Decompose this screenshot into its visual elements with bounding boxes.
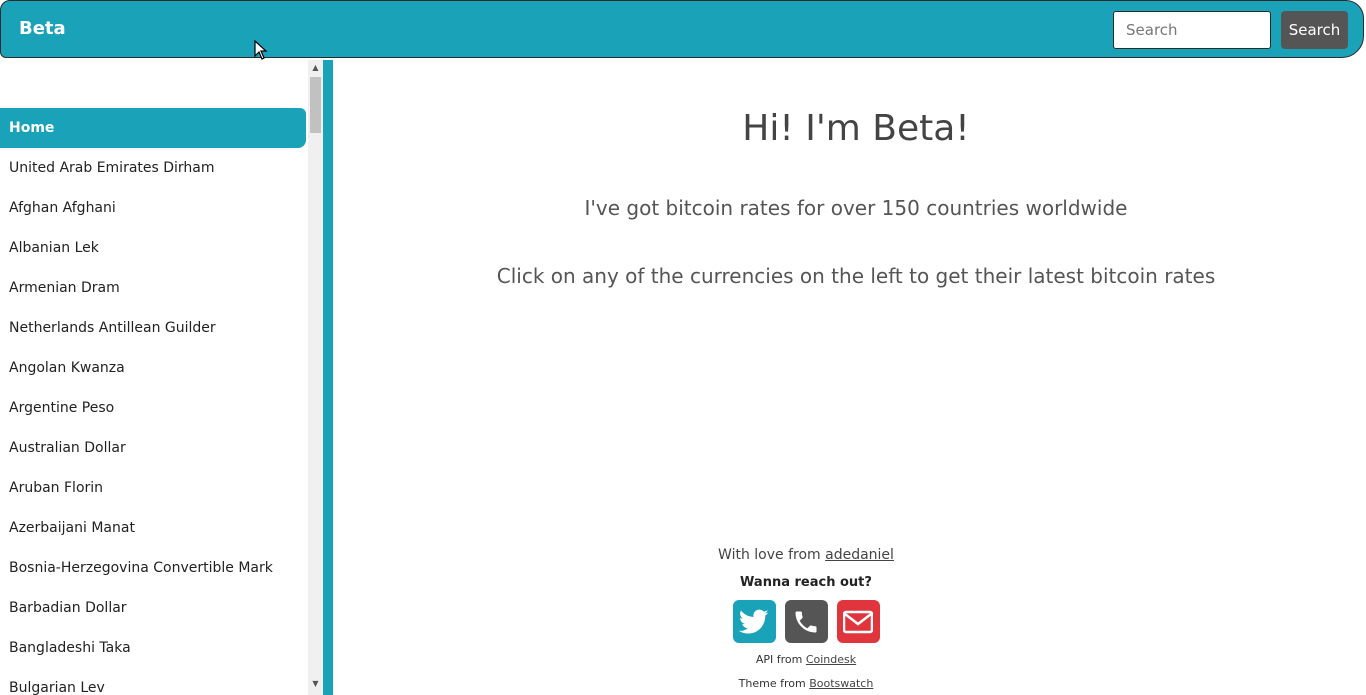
credit-line: With love from adedaniel (333, 544, 1279, 566)
sidebar-item-ang[interactable]: Netherlands Antillean Guilder (0, 308, 308, 348)
page-title: Hi! I'm Beta! (742, 108, 970, 149)
sidebar-item-ars[interactable]: Argentine Peso (0, 388, 308, 428)
phone-button[interactable] (784, 600, 828, 643)
sidebar-item-bdt[interactable]: Bangladeshi Taka (0, 628, 308, 668)
email-button[interactable] (836, 600, 880, 643)
scroll-thumb[interactable] (310, 77, 321, 133)
scroll-down-arrow-icon[interactable]: ▼ (308, 676, 323, 692)
search-input[interactable] (1113, 11, 1271, 49)
currency-menu: Home United Arab Emirates Dirham Afghan … (0, 108, 308, 695)
coindesk-link[interactable]: Coindesk (806, 653, 856, 666)
instruction-text: Click on any of the currencies on the le… (496, 264, 1216, 288)
sidebar-item-afn[interactable]: Afghan Afghani (0, 188, 308, 228)
search-button[interactable]: Search (1281, 11, 1348, 49)
sidebar-item-bgn[interactable]: Bulgarian Lev (0, 668, 308, 695)
brand-logo[interactable]: Beta (19, 18, 66, 39)
sidebar-item-aoa[interactable]: Angolan Kwanza (0, 348, 308, 388)
sidebar-item-all[interactable]: Albanian Lek (0, 228, 308, 268)
twitter-icon (739, 609, 769, 633)
api-prefix: API from (755, 653, 806, 666)
sidebar-item-bbd[interactable]: Barbadian Dollar (0, 588, 308, 628)
tagline: I've got bitcoin rates for over 150 coun… (584, 196, 1128, 220)
footer: With love from adedaniel Wanna reach out… (333, 544, 1279, 692)
sidebar: Home United Arab Emirates Dirham Afghan … (0, 60, 308, 695)
phone-icon (795, 611, 817, 632)
sidebar-scrollbar[interactable]: ▲ ▼ (308, 60, 323, 695)
navbar: Beta Search (0, 0, 1364, 58)
sidebar-divider (323, 60, 333, 695)
bootswatch-link[interactable]: Bootswatch (809, 677, 873, 690)
twitter-button[interactable] (732, 600, 776, 643)
credit-prefix: With love from (718, 547, 826, 563)
author-link[interactable]: adedaniel (825, 547, 894, 563)
sidebar-item-amd[interactable]: Armenian Dram (0, 268, 308, 308)
sidebar-item-aed[interactable]: United Arab Emirates Dirham (0, 148, 308, 188)
social-links (333, 600, 1279, 644)
scroll-up-arrow-icon[interactable]: ▲ (308, 60, 323, 76)
sidebar-item-home[interactable]: Home (0, 108, 306, 148)
mouse-cursor-icon (254, 40, 268, 60)
email-icon (843, 610, 873, 633)
main-content: Hi! I'm Beta! I've got bitcoin rates for… (333, 60, 1366, 695)
sidebar-item-awg[interactable]: Aruban Florin (0, 468, 308, 508)
sidebar-item-aud[interactable]: Australian Dollar (0, 428, 308, 468)
sidebar-item-azn[interactable]: Azerbaijani Manat (0, 508, 308, 548)
sidebar-item-bam[interactable]: Bosnia-Herzegovina Convertible Mark (0, 548, 308, 588)
reach-out-heading: Wanna reach out? (740, 575, 872, 590)
theme-credit: Theme from Bootswatch (333, 676, 1279, 692)
api-credit: API from Coindesk (333, 652, 1279, 668)
theme-prefix: Theme from (738, 677, 810, 690)
